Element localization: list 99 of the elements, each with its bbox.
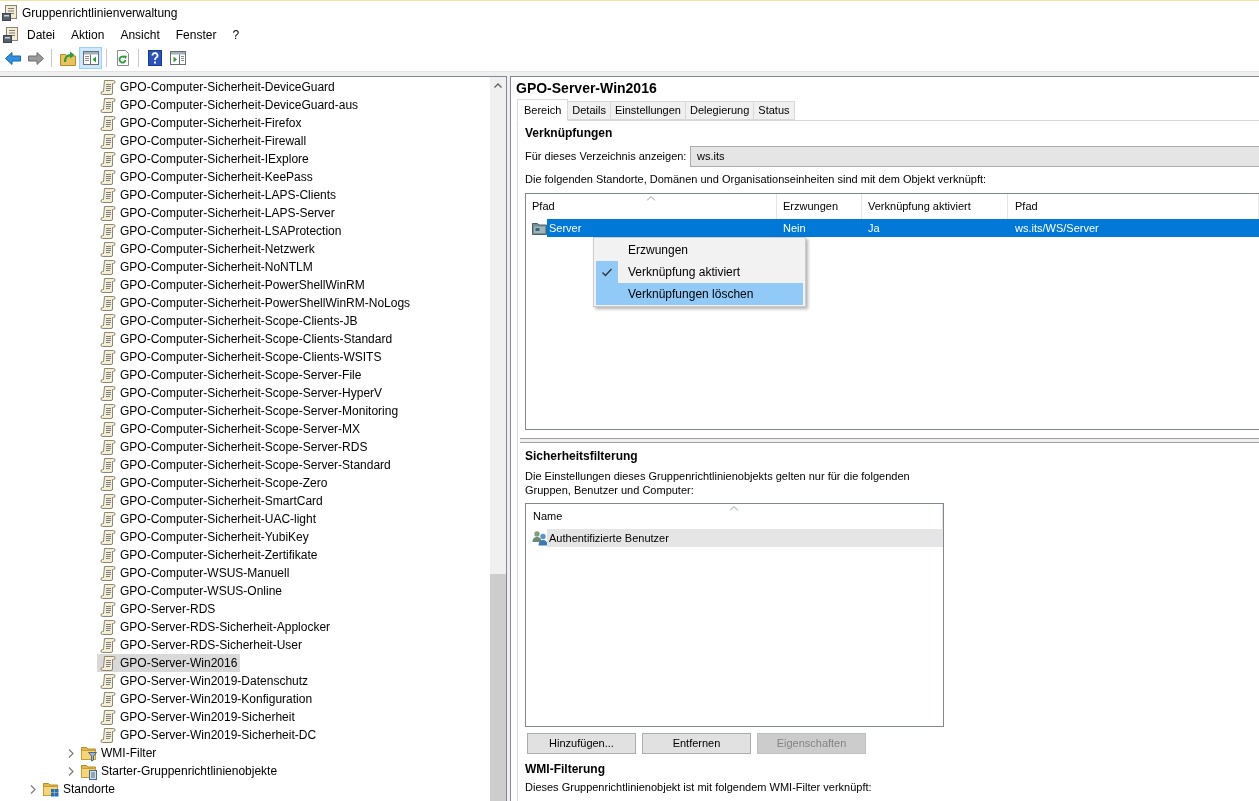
menu-item[interactable]: ?	[224, 24, 248, 45]
directory-dropdown[interactable]: ws.its	[690, 146, 1259, 167]
arrow-right-icon	[27, 50, 44, 66]
chevron-right-icon[interactable]	[30, 784, 36, 794]
scroll-icon	[100, 421, 116, 437]
scroll-icon	[100, 655, 116, 671]
tree-item[interactable]: GPO-Server-Win2016	[97, 654, 241, 672]
tab[interactable]: Delegierung	[685, 101, 755, 120]
table-row[interactable]: Authentifizierte Benutzer	[547, 529, 943, 547]
tree-item[interactable]: GPO-Computer-Sicherheit-Firefox	[97, 114, 305, 132]
scroll-icon	[100, 367, 116, 383]
chevron-right-icon[interactable]	[68, 766, 74, 776]
folder-grid-icon	[43, 780, 59, 798]
table-cell-text: Nein	[782, 220, 807, 236]
section-heading: Verknüpfungen	[525, 126, 613, 140]
table-cell-text: Authentifizierte Benutzer	[548, 530, 670, 546]
menu-item[interactable]: Verknüpfungen löschen	[596, 283, 803, 305]
scroll-icon	[100, 313, 116, 329]
scroll-icon	[100, 259, 116, 275]
scroll-icon	[100, 457, 116, 473]
document-icon	[2, 4, 18, 21]
chevron-right-icon[interactable]	[68, 748, 74, 758]
scroll-icon	[100, 385, 116, 401]
scroll-icon	[100, 691, 116, 707]
scroll-icon	[100, 115, 116, 131]
scroll-icon	[100, 295, 116, 311]
scroll-icon	[100, 619, 116, 635]
scroll-icon	[100, 133, 116, 149]
table-cell-text: Ja	[867, 220, 881, 236]
folder-funnel-icon	[81, 744, 97, 762]
field-label: Für dieses Verzeichnis anzeigen:	[525, 149, 688, 165]
scroll-icon	[100, 637, 116, 653]
scrollbar[interactable]	[490, 77, 506, 801]
tree-item[interactable]: GPO-Computer-Sicherheit-YubiKey	[97, 528, 312, 546]
document-icon	[3, 26, 19, 43]
scroll-icon	[100, 493, 116, 509]
scroll-icon	[100, 475, 116, 491]
console-tree-button[interactable]	[79, 47, 102, 69]
scroll-icon	[100, 97, 116, 113]
scroll-icon	[100, 709, 116, 725]
scroll-icon	[100, 565, 116, 581]
table-cell-text: ws.its/WS/Server	[1014, 220, 1100, 236]
scroll-icon	[100, 187, 116, 203]
scroll-icon	[100, 223, 116, 239]
description-text: Die folgenden Standorte, Domänen und Organisationseinheiten sind mit dem Objekt verknüpft:	[525, 173, 987, 186]
menu-item[interactable]: Verknüpfung aktiviert	[596, 261, 803, 283]
scrollbar-thumb[interactable]	[490, 574, 506, 801]
help-icon	[146, 50, 163, 66]
folder-document-icon	[81, 762, 97, 780]
scroll-icon	[100, 151, 116, 167]
section-heading: WMI-Filterung	[525, 762, 605, 776]
scroll-icon	[100, 277, 116, 293]
table-row[interactable]: Server Nein Ja ws.its/WS/Server	[547, 219, 1259, 237]
menu-item[interactable]: Ansicht	[112, 24, 168, 45]
scroll-icon	[100, 439, 116, 455]
window-panel-icon	[82, 50, 99, 66]
scroll-icon	[100, 241, 116, 257]
chevron-up-icon	[494, 82, 502, 89]
action-button[interactable]: Entfernen	[642, 733, 751, 754]
tab[interactable]: Details	[567, 101, 611, 120]
tree-item[interactable]: GPO-Computer-Sicherheit-Netzwerk	[97, 240, 318, 258]
menu-item[interactable]: Datei	[19, 24, 63, 45]
tree-item[interactable]: WMI-Filter	[78, 744, 160, 762]
scroll-icon	[100, 547, 116, 563]
tree-item[interactable]: GPO-Computer-Sicherheit-IExplore	[97, 150, 312, 168]
arrow-left-icon	[4, 50, 21, 66]
tree-item[interactable]: GPO-Server-Win2019-Sicherheit	[97, 708, 298, 726]
refresh-icon	[114, 50, 131, 66]
menu-item[interactable]: Erzwungen	[596, 239, 803, 261]
table-cell-text: Server	[548, 220, 583, 236]
menu-item[interactable]: Fenster	[167, 24, 225, 45]
panel-title: GPO-Server-Win2016	[515, 78, 657, 98]
tree-item[interactable]: GPO-Computer-Sicherheit-LAPS-Server	[97, 204, 338, 222]
scroll-icon	[100, 403, 116, 419]
scroll-icon	[100, 529, 116, 545]
scroll-icon	[100, 583, 116, 599]
users-icon	[532, 530, 548, 546]
folder-icon	[532, 221, 547, 235]
scroll-icon	[100, 601, 116, 617]
section-heading: Sicherheitsfilterung	[525, 449, 638, 463]
description-text: Dieses Gruppenrichtlinienobjekt ist mit folgendem WMI-Filter verknüpft:	[525, 781, 872, 794]
scroll-icon	[100, 331, 116, 347]
tab[interactable]: Einstellungen	[609, 101, 686, 120]
description-text: Die Einstellungen dieses Gruppenrichtlinienobjekts gelten nur für die folgenden Gruppen, Benutzer und Computer:	[525, 469, 911, 497]
scroll-icon	[100, 169, 116, 185]
tree-item[interactable]: GPO-Computer-Sicherheit-KeePass	[97, 168, 316, 186]
window-title: Gruppenrichtlinienverwaltung	[22, 4, 178, 22]
scroll-icon	[100, 349, 116, 365]
window-panel-icon	[169, 50, 186, 66]
folder-arrow-icon	[59, 50, 76, 66]
tab[interactable]: Status	[753, 101, 795, 120]
action-button[interactable]: Hinzufügen...	[527, 733, 636, 754]
scroll-icon	[100, 79, 116, 95]
tab[interactable]: Bereich	[517, 99, 569, 121]
scroll-icon	[100, 511, 116, 527]
menu-item[interactable]: Aktion	[63, 24, 113, 45]
scroll-icon	[100, 205, 116, 221]
scroll-icon	[100, 727, 116, 743]
scroll-icon	[100, 673, 116, 689]
